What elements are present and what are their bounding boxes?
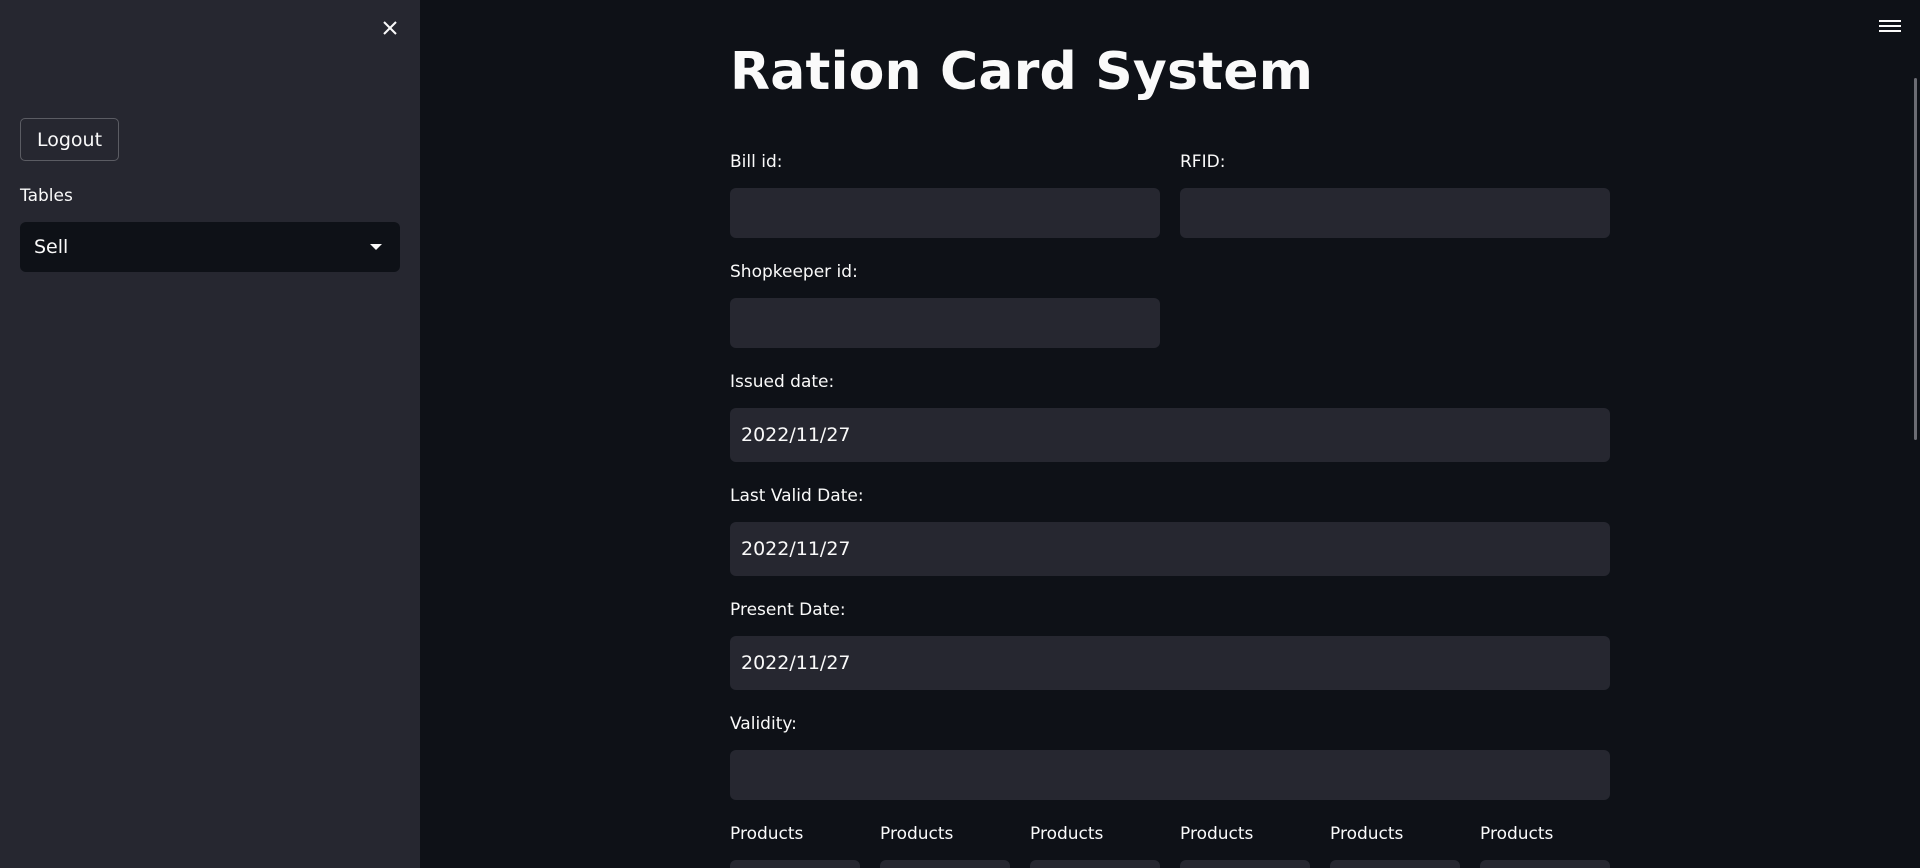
products-label-4: Products (1180, 824, 1254, 844)
close-sidebar-button[interactable] (376, 14, 404, 42)
issued-date-label: Issued date: (730, 372, 835, 392)
products-input-1[interactable] (730, 860, 860, 868)
products-input-2[interactable] (880, 860, 1010, 868)
rfid-input[interactable] (1180, 188, 1610, 238)
logout-button[interactable]: Logout (20, 118, 120, 161)
tables-select-value: Sell (34, 236, 69, 258)
sidebar: Logout Tables Sell (0, 0, 420, 868)
tables-select[interactable]: Sell (20, 222, 400, 272)
page-scrollbar[interactable] (1914, 78, 1917, 440)
shopkeeper-id-label: Shopkeeper id: (730, 262, 858, 282)
products-input-4[interactable] (1180, 860, 1310, 868)
products-label-1: Products (730, 824, 804, 844)
validity-input[interactable] (730, 750, 1610, 800)
tables-label: Tables (20, 186, 73, 206)
bill-id-label: Bill id: (730, 152, 783, 172)
products-label-6: Products (1480, 824, 1554, 844)
products-input-6[interactable] (1480, 860, 1610, 868)
products-label-2: Products (880, 824, 954, 844)
last-valid-date-label: Last Valid Date: (730, 486, 864, 506)
products-input-5[interactable] (1330, 860, 1460, 868)
page-title: Ration Card System (730, 42, 1314, 102)
shopkeeper-id-input[interactable] (730, 298, 1160, 348)
products-label-3: Products (1030, 824, 1104, 844)
rfid-label: RFID: (1180, 152, 1226, 172)
chevron-down-icon (370, 244, 382, 250)
products-label-5: Products (1330, 824, 1404, 844)
present-date-label: Present Date: (730, 600, 846, 620)
last-valid-date-input[interactable] (730, 522, 1610, 576)
products-input-3[interactable] (1030, 860, 1160, 868)
close-icon (383, 21, 397, 35)
validity-label: Validity: (730, 714, 797, 734)
main-menu-button[interactable] (1879, 17, 1901, 37)
present-date-input[interactable] (730, 636, 1610, 690)
bill-id-input[interactable] (730, 188, 1160, 238)
issued-date-input[interactable] (730, 408, 1610, 462)
hamburger-menu-icon (1879, 20, 1901, 32)
